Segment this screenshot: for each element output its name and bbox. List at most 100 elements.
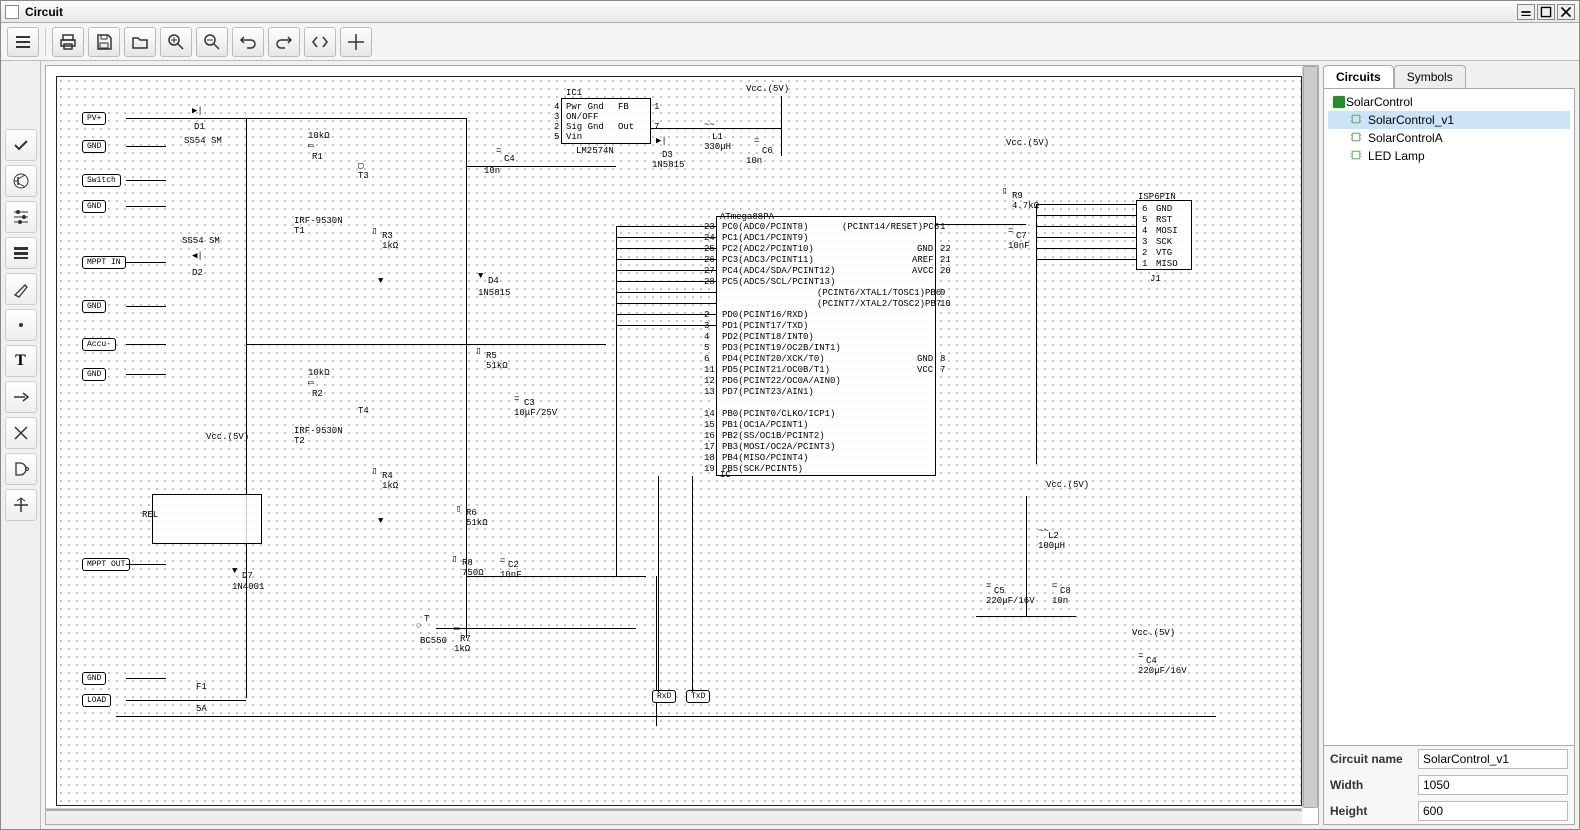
schematic-label: 5A	[196, 704, 207, 714]
schematic-label: R5	[486, 351, 497, 361]
schematic-label: =	[514, 394, 519, 404]
schematic-label: 18	[704, 453, 715, 463]
schematic-label: 15	[704, 420, 715, 430]
close-button[interactable]	[1557, 4, 1575, 20]
tab-circuits[interactable]: Circuits	[1323, 65, 1394, 88]
schematic-label: C6	[762, 146, 773, 156]
arrow-tool[interactable]	[5, 381, 37, 413]
schematic-label: 1N5815	[478, 288, 510, 298]
minimize-button[interactable]	[1517, 4, 1535, 20]
terminal-switch: Switch	[82, 174, 121, 187]
schematic-label: 10kΩ	[308, 131, 330, 141]
schematic-label: 10kΩ	[308, 368, 330, 378]
schematic-label: =	[1138, 651, 1143, 661]
wire	[1036, 215, 1136, 216]
wire	[126, 564, 166, 565]
maximize-button[interactable]	[1537, 4, 1555, 20]
schematic-label: PB3(MOSI/OC2A/PCINT3)	[722, 442, 835, 452]
tool-palette: T	[1, 61, 41, 829]
schematic-label: ▼	[232, 566, 237, 576]
text-tool[interactable]: T	[5, 345, 37, 377]
schematic-label: FB	[618, 102, 629, 112]
schematic-label: ISP6PIN	[1138, 192, 1176, 202]
schematic-label: PD3(PCINT19/OC2B/INT1)	[722, 343, 841, 353]
wire	[616, 303, 716, 304]
schematic-label: R3	[382, 231, 393, 241]
schematic-label: PD7(PCINT23/AIN1)	[722, 387, 814, 397]
ok-tool[interactable]	[5, 129, 37, 161]
scalpel-tool[interactable]	[5, 273, 37, 305]
zoom-in-button[interactable]	[160, 27, 192, 57]
tree-root[interactable]: SolarControl	[1328, 93, 1570, 111]
wire	[126, 146, 166, 147]
schematic-label: 22	[940, 244, 951, 254]
wire	[126, 374, 166, 375]
transistor-tool[interactable]	[5, 165, 37, 197]
zoom-out-button[interactable]	[196, 27, 228, 57]
horizontal-scrollbar[interactable]	[46, 808, 1302, 824]
schematic-label: RST	[1156, 215, 1172, 225]
wire	[166, 118, 246, 119]
schematic-label: IRF-9530N	[294, 216, 343, 226]
tree-label: SolarControl	[1346, 95, 1413, 109]
schematic-label: PC3(ADC3/PCINT11)	[722, 255, 814, 265]
sliders-tool[interactable]	[5, 201, 37, 233]
prop-width-label: Width	[1324, 772, 1412, 798]
width-field[interactable]	[1418, 775, 1568, 795]
schematic-label: R9	[1012, 191, 1023, 201]
schematic-label: 16	[704, 431, 715, 441]
height-field[interactable]	[1418, 801, 1568, 821]
tree-item-led-lamp[interactable]: LED Lamp	[1328, 147, 1570, 165]
schematic-label: 1kΩ	[454, 644, 470, 654]
terminal-gnd: GND	[82, 140, 106, 153]
wire	[616, 270, 716, 271]
save-button[interactable]	[88, 27, 120, 57]
vertical-scrollbar[interactable]	[1302, 66, 1318, 808]
schematic-label: R4	[382, 471, 393, 481]
schematic-label: F1	[196, 682, 207, 692]
schematic-label: 13	[704, 387, 715, 397]
tree-item-solarcontrola[interactable]: SolarControlA	[1328, 129, 1570, 147]
schematic-label: ON/OFF	[566, 112, 598, 122]
schematic-label: 51kΩ	[486, 361, 508, 371]
prop-height-label: Height	[1324, 798, 1412, 824]
schematic-label: ▼	[378, 516, 383, 526]
junction-tool[interactable]	[5, 489, 37, 521]
circuit-name-field[interactable]	[1418, 749, 1568, 769]
menu-button[interactable]	[7, 27, 39, 57]
open-button[interactable]	[124, 27, 156, 57]
schematic-label: PC0(ADC0/PCINT8)	[722, 222, 808, 232]
schematic-label: Vcc.(5V)	[1046, 480, 1089, 490]
schematic-label: ▭	[308, 141, 313, 151]
wire	[976, 616, 1076, 617]
schematic-label: 12	[704, 376, 715, 386]
schematic-canvas[interactable]: PV+GNDSwitchGNDMPPT INGNDAccu-GNDMPPT OU…	[45, 65, 1319, 825]
schematic-label: =	[1008, 226, 1013, 236]
schematic-label: 10n	[746, 156, 762, 166]
wire	[692, 476, 693, 692]
code-button[interactable]	[304, 27, 336, 57]
stack-tool[interactable]	[5, 237, 37, 269]
cut-tool[interactable]	[5, 417, 37, 449]
print-button[interactable]	[52, 27, 84, 57]
tree-item-solarcontrol-v1[interactable]: SolarControl_v1	[1328, 111, 1570, 129]
wire	[126, 180, 166, 181]
wire	[246, 118, 247, 698]
schematic-label: 14	[704, 409, 715, 419]
schematic-label: PD4(PCINT20/XCK/T0)	[722, 354, 825, 364]
undo-button[interactable]	[232, 27, 264, 57]
schematic-label: 2	[1142, 248, 1147, 258]
crosshair-button[interactable]	[340, 27, 372, 57]
redo-button[interactable]	[268, 27, 300, 57]
schematic-label: 6	[1142, 204, 1147, 214]
sidebar: Circuits Symbols SolarControl SolarContr…	[1323, 65, 1575, 825]
tab-symbols[interactable]: Symbols	[1394, 65, 1466, 88]
nand-tool[interactable]	[5, 453, 37, 485]
schematic-label: D4	[488, 276, 499, 286]
schematic-label: 3	[1142, 237, 1147, 247]
point-tool[interactable]	[5, 309, 37, 341]
schematic-label: =	[500, 556, 505, 566]
schematic-label: VCC	[917, 365, 933, 375]
schematic-label: 21	[940, 255, 951, 265]
schematic-label: 19	[704, 464, 715, 474]
